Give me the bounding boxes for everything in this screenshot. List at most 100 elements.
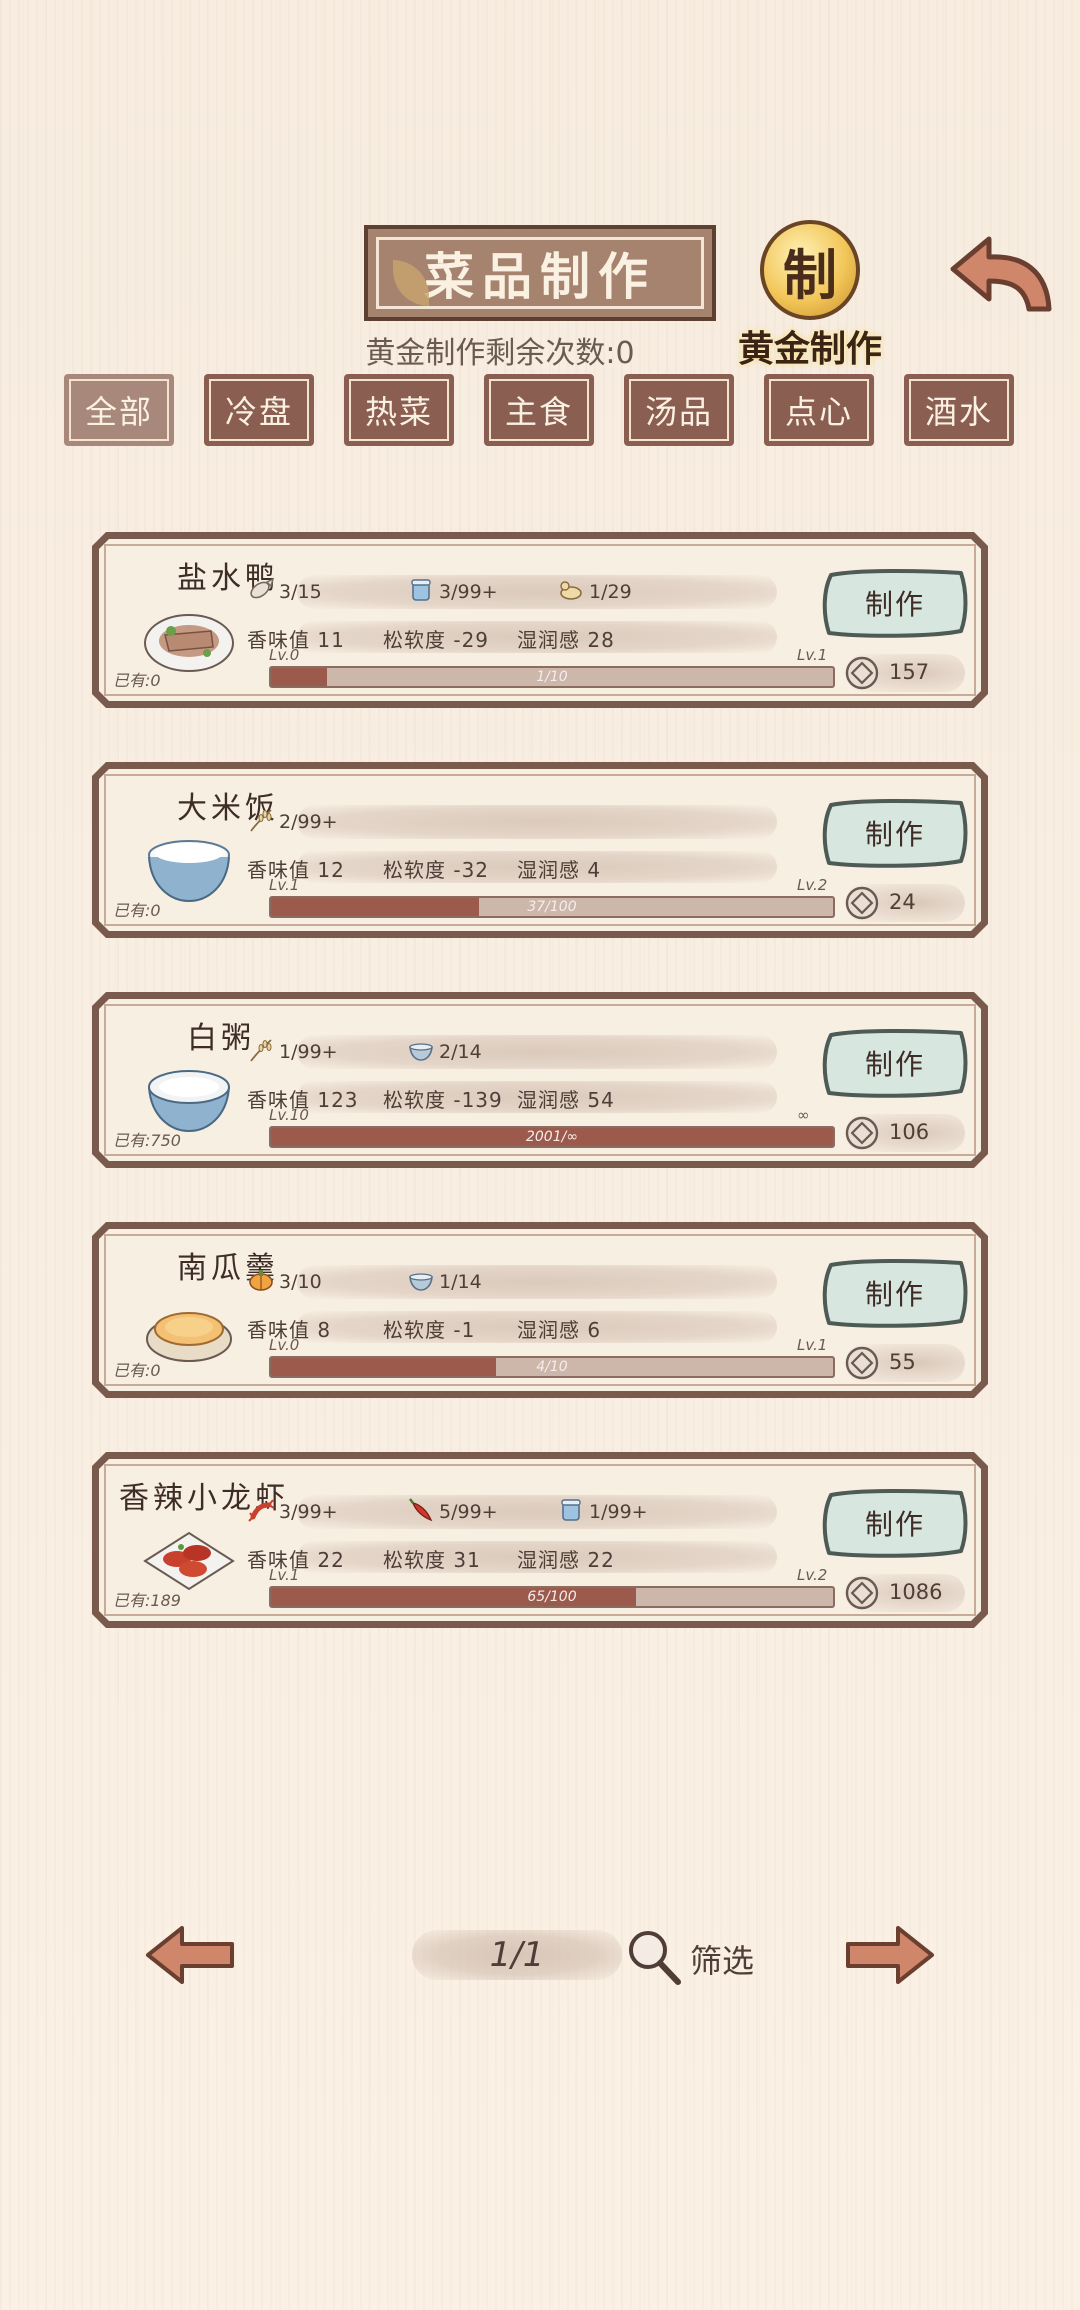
cost-value: 157	[889, 660, 930, 684]
ingredient-amount: 2/14	[439, 1041, 482, 1063]
rice-bowl-icon	[141, 825, 237, 907]
dish-card: 盐水鸭 已有:0 3/15 3/99+ 1/29 香味值 11 松软度 -29 湿润感 28 L…	[92, 532, 988, 708]
level-progress-bar: 2001/∞	[269, 1126, 835, 1148]
tab-5[interactable]: 点心	[764, 374, 874, 446]
level-next: Lv.2	[797, 876, 828, 894]
prev-page-arrow-icon[interactable]	[142, 1922, 238, 1988]
filter-label: 筛选	[690, 1942, 755, 1980]
ingredient-amount: 5/99+	[439, 1501, 498, 1523]
gold-coin-icon: 制	[760, 220, 860, 320]
stat-softness: 松软度 31	[383, 1548, 481, 1572]
make-button[interactable]: 制作	[821, 797, 969, 869]
make-button[interactable]: 制作	[821, 1487, 969, 1559]
tab-label: 全部	[69, 379, 169, 441]
duck-icon	[557, 577, 585, 608]
level-current: Lv.10	[269, 1106, 309, 1124]
ingredient-requirement: 1/14	[407, 1268, 482, 1296]
cost-value: 106	[889, 1120, 930, 1144]
gold-remaining-count: 黄金制作剩余次数:0	[365, 336, 635, 371]
level-progress-bar: 37/100	[269, 896, 835, 918]
salt-jar-icon	[557, 1497, 585, 1528]
cost-value: 1086	[889, 1580, 943, 1604]
ingredient-amount: 3/99+	[279, 1501, 338, 1523]
level-progress-bar: 65/100	[269, 1586, 835, 1608]
make-button[interactable]: 制作	[821, 1027, 969, 1099]
stat-softness: 松软度 -1	[383, 1318, 476, 1342]
next-page-arrow-icon[interactable]	[842, 1922, 938, 1988]
cost-value: 55	[889, 1350, 916, 1374]
coin-icon	[845, 1346, 879, 1380]
level-next: ∞	[797, 1106, 810, 1124]
coin-icon	[845, 1116, 879, 1150]
ingredient-requirement: 2/14	[407, 1038, 482, 1066]
level-current: Lv.0	[269, 646, 300, 664]
tab-label: 主食	[489, 379, 589, 441]
gold-craft-button[interactable]: 制 黄金制作	[730, 218, 890, 370]
progress-text: 2001/∞	[525, 1129, 578, 1145]
owned-count: 已有:0	[113, 671, 161, 690]
magnifier-icon	[629, 1931, 681, 1985]
level-progress-bar: 4/10	[269, 1356, 835, 1378]
tab-0[interactable]: 全部	[64, 374, 174, 446]
level-progress-bar: 1/10	[269, 666, 835, 688]
dish-name: 白粥	[187, 1021, 255, 1056]
cost-display: 1086	[845, 1574, 965, 1612]
cost-display: 157	[845, 654, 965, 692]
dish-card: 南瓜羹 已有:0 3/10 1/14 香味值 8 松软度 -1 湿润感 6 Lv.0 Lv.1 4…	[92, 1222, 988, 1398]
make-button[interactable]: 制作	[821, 1257, 969, 1329]
make-button-label: 制作	[864, 1508, 925, 1541]
cost-display: 55	[845, 1344, 965, 1382]
ingredient-amount: 1/99+	[279, 1041, 338, 1063]
level-current: Lv.0	[269, 1336, 300, 1354]
dish-card: 白粥 已有:750 1/99+ 2/14 香味值 123 松软度 -139 湿润感 54 Lv…	[92, 992, 988, 1168]
tab-3[interactable]: 主食	[484, 374, 594, 446]
congee-bowl-icon	[141, 1055, 237, 1137]
filter-button[interactable]: 筛选	[624, 1924, 764, 1990]
dish-card: 大米饭 已有:0 2/99+ 香味值 12 松软度 -32 湿润感 4 Lv.1 Lv.2 37…	[92, 762, 988, 938]
tab-label: 热菜	[349, 379, 449, 441]
tab-label: 汤品	[629, 379, 729, 441]
page-title-banner: 菜品制作	[364, 225, 716, 321]
progress-text: 1/10	[536, 669, 568, 685]
level-current: Lv.1	[269, 1566, 300, 1584]
ingredient-strip	[297, 1035, 777, 1069]
tab-6[interactable]: 酒水	[904, 374, 1014, 446]
coin-icon	[845, 886, 879, 920]
pumpkin-icon	[247, 1267, 275, 1298]
ingredient-strip	[297, 575, 777, 609]
ingredient-requirement: 1/99+	[247, 1038, 338, 1066]
stat-moisture: 湿润感 28	[517, 628, 615, 652]
ingredient-amount: 2/99+	[279, 811, 338, 833]
ingredient-requirement: 2/99+	[247, 808, 338, 836]
ingredient-amount: 1/99+	[589, 1501, 648, 1523]
cost-display: 24	[845, 884, 965, 922]
rice-stalk-icon	[247, 1037, 275, 1068]
level-next: Lv.2	[797, 1566, 828, 1584]
dish-card: 香辣小龙虾 已有:189 3/99+ 5/99+ 1/99+ 香味值 22 松软度 31 湿润…	[92, 1452, 988, 1628]
salted-duck-icon	[141, 595, 237, 677]
cost-display: 106	[845, 1114, 965, 1152]
tab-1[interactable]: 冷盘	[204, 374, 314, 446]
ingredient-amount: 1/14	[439, 1271, 482, 1293]
stat-softness: 松软度 -139	[383, 1088, 503, 1112]
tab-4[interactable]: 汤品	[624, 374, 734, 446]
gold-craft-label: 黄金制作	[737, 329, 882, 370]
back-arrow-icon[interactable]	[945, 225, 1055, 325]
level-next: Lv.1	[797, 1336, 828, 1354]
tab-label: 点心	[769, 379, 869, 441]
make-button-label: 制作	[864, 1278, 925, 1311]
ingredient-requirement: 3/99+	[247, 1498, 338, 1526]
progress-text: 37/100	[527, 899, 577, 915]
stat-moisture: 湿润感 4	[517, 858, 602, 882]
ingredient-requirement: 3/99+	[407, 578, 498, 606]
ingredient-amount: 1/29	[589, 581, 632, 603]
ingredient-strip	[297, 805, 777, 839]
tab-2[interactable]: 热菜	[344, 374, 454, 446]
make-button[interactable]: 制作	[821, 567, 969, 639]
ingredient-requirement: 5/99+	[407, 1498, 498, 1526]
crayfish-plate-icon	[141, 1515, 237, 1597]
page-title: 菜品制作	[424, 248, 656, 306]
ingredient-requirement: 1/99+	[557, 1498, 648, 1526]
stat-softness: 松软度 -32	[383, 858, 490, 882]
level-current: Lv.1	[269, 876, 300, 894]
